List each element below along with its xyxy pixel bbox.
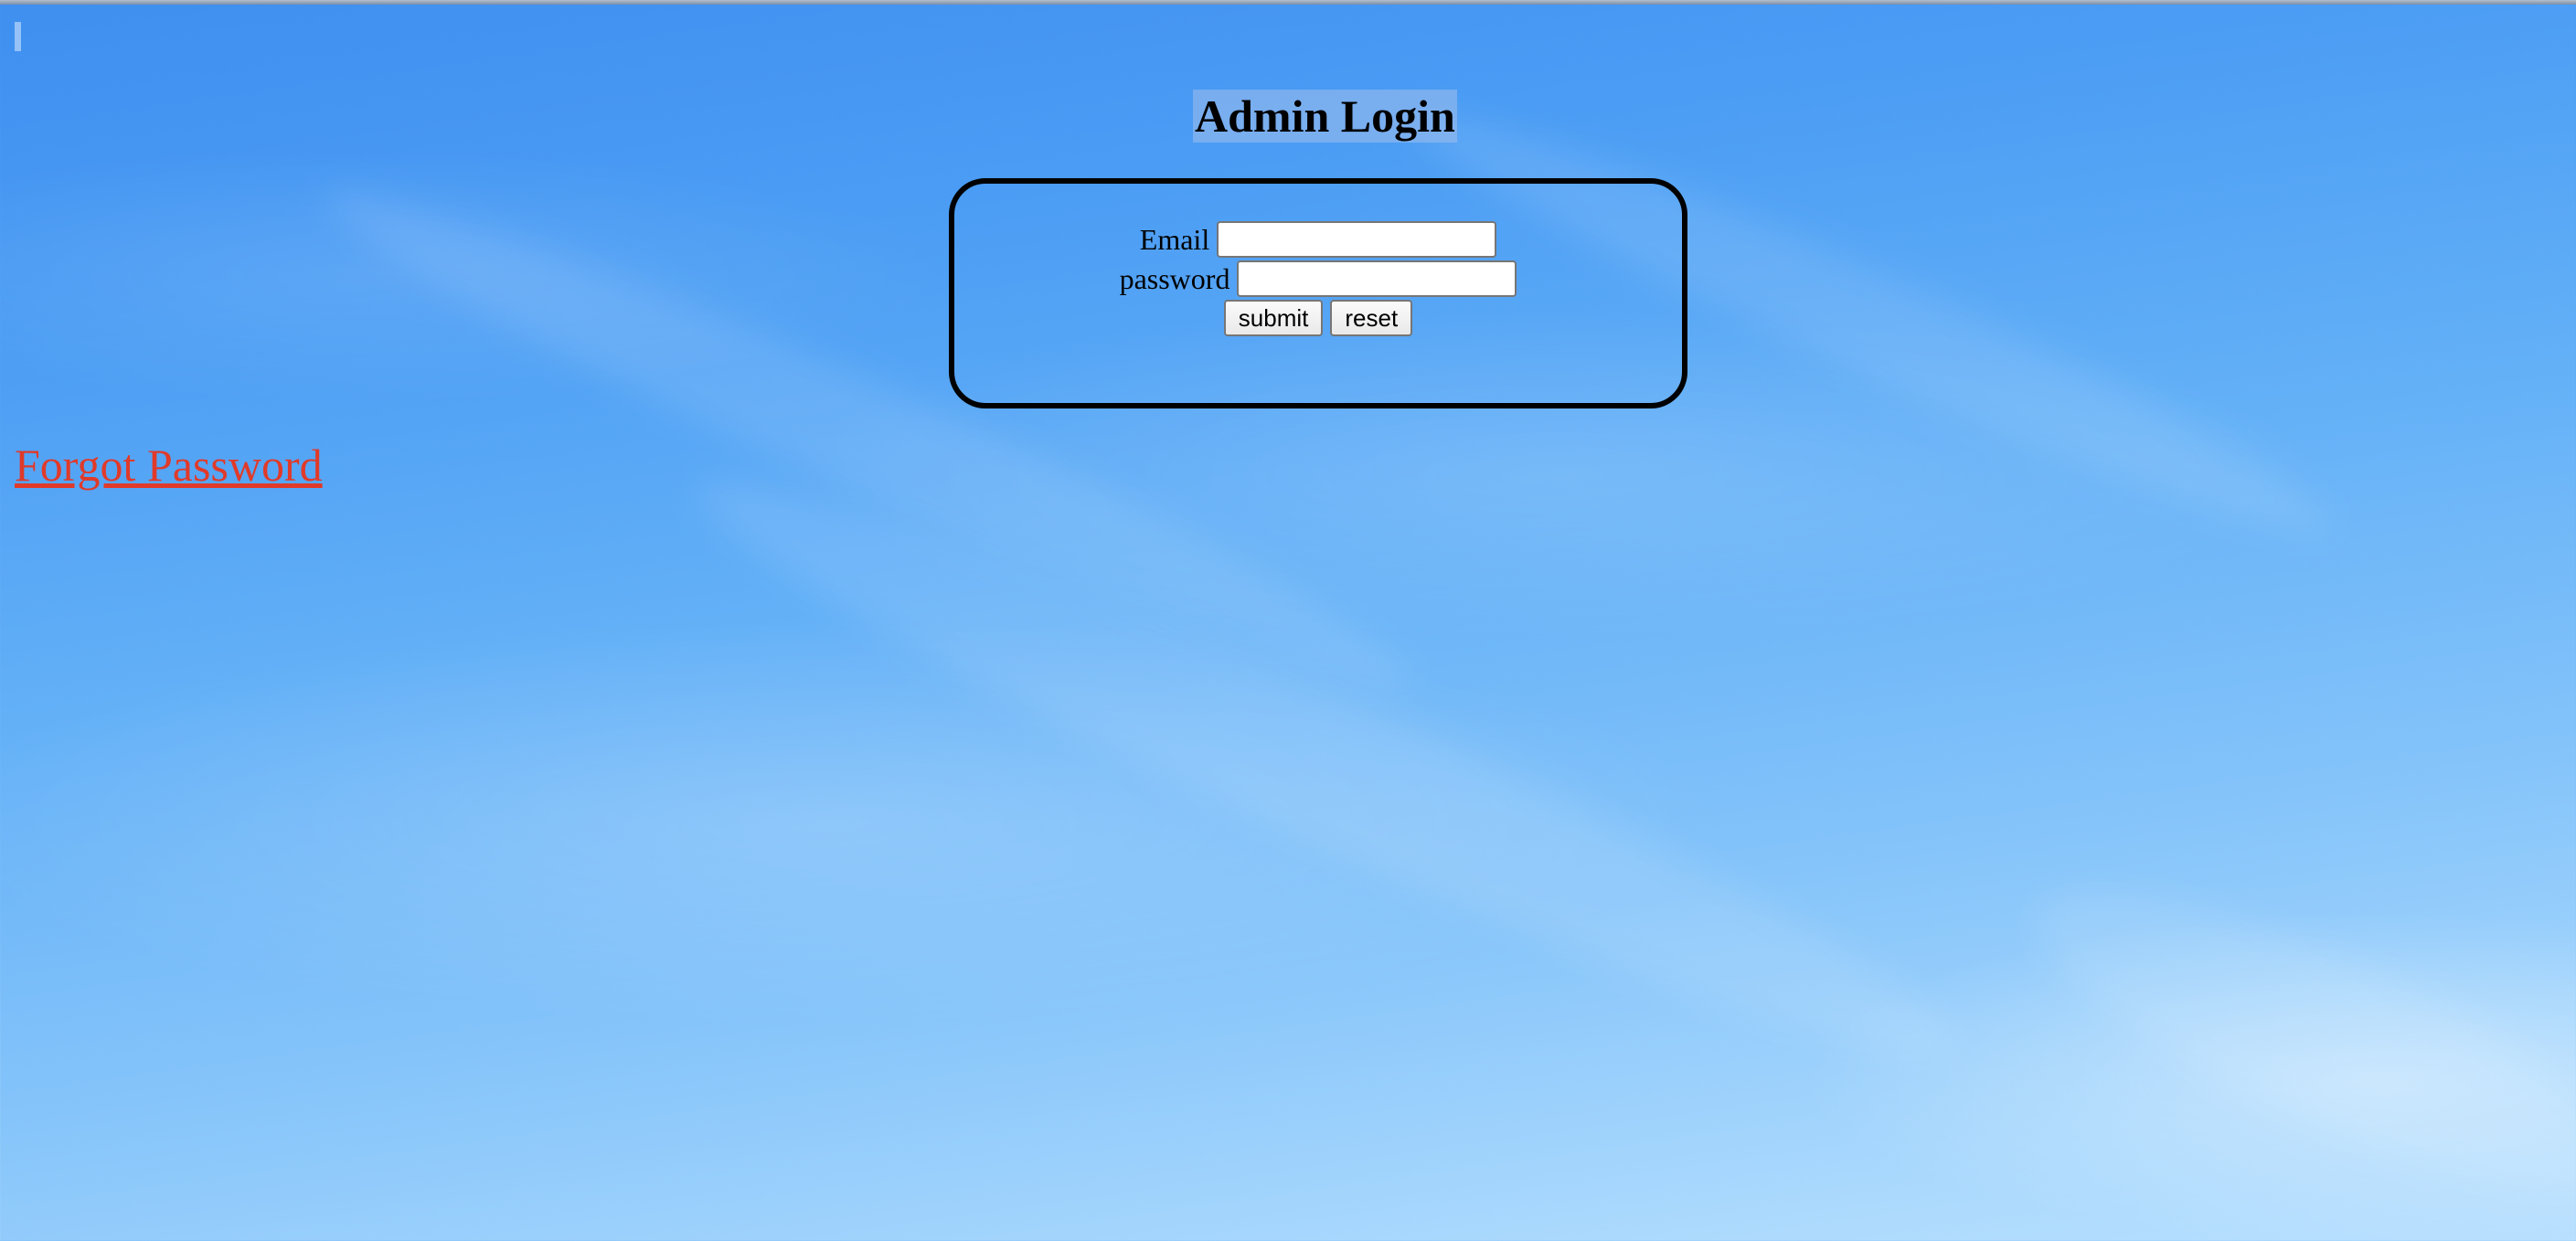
password-row: password bbox=[954, 260, 1682, 298]
cloud-wisp bbox=[669, 421, 1982, 1114]
reset-button[interactable]: reset bbox=[1330, 300, 1413, 336]
login-form: Email password submit reset bbox=[949, 178, 1687, 408]
corner-marker bbox=[15, 22, 21, 51]
cloud-wisp bbox=[2005, 836, 2576, 1241]
email-field[interactable] bbox=[1217, 221, 1497, 258]
submit-button[interactable]: submit bbox=[1223, 300, 1324, 336]
email-label: Email bbox=[1139, 222, 1210, 256]
page-title: Admin Login bbox=[1193, 90, 1457, 143]
window-top-border bbox=[0, 0, 2576, 5]
email-row: Email bbox=[954, 220, 1682, 259]
forgot-password-link[interactable]: Forgot Password bbox=[15, 439, 323, 492]
button-row: submit reset bbox=[954, 299, 1682, 337]
password-field[interactable] bbox=[1237, 260, 1517, 297]
password-label: password bbox=[1119, 261, 1230, 295]
